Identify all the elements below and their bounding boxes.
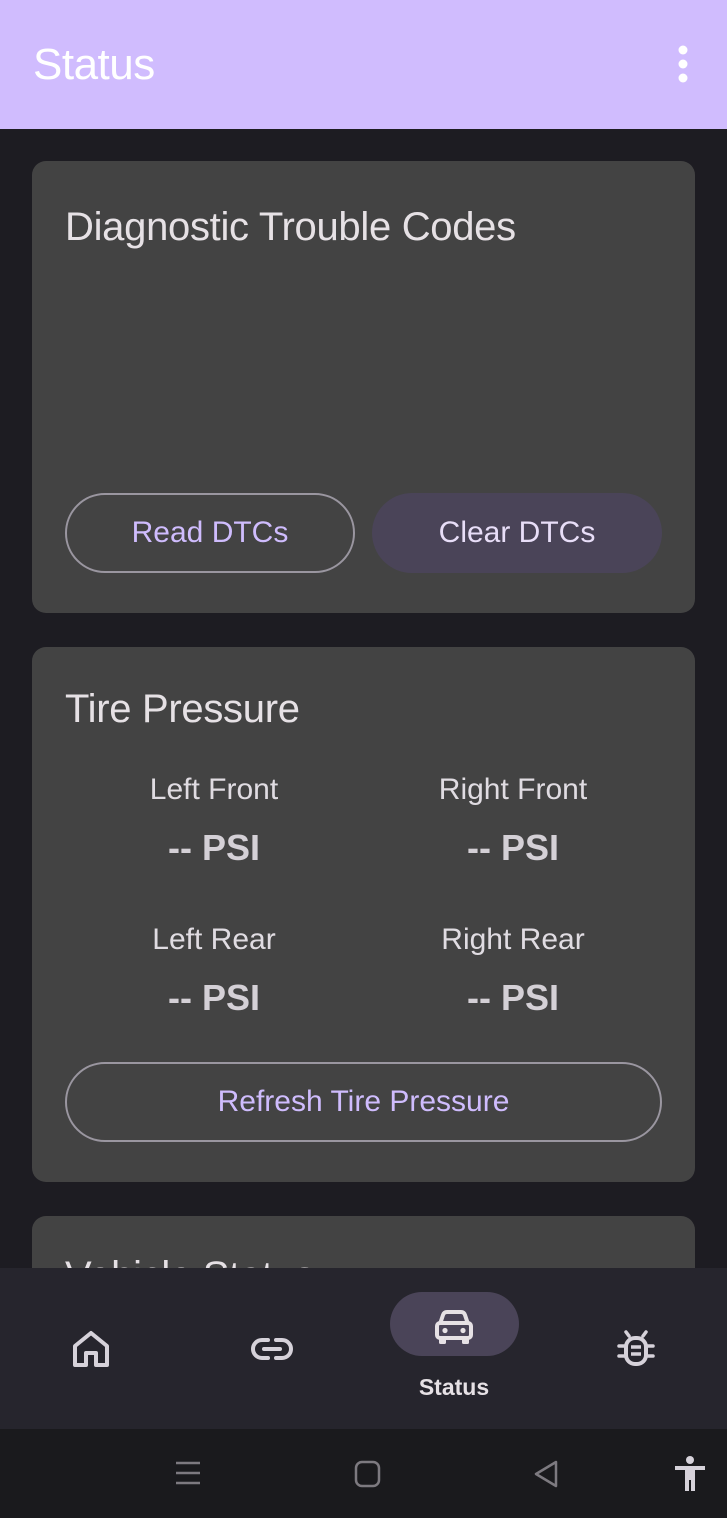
content-scroll[interactable]: Diagnostic Trouble Codes Read DTCs Clear… xyxy=(0,129,727,1268)
tire-right-front-label: Right Front xyxy=(438,773,588,806)
system-navigation-bar xyxy=(0,1429,727,1518)
home-icon xyxy=(73,1331,109,1367)
bug-icon xyxy=(617,1330,655,1366)
tire-left-rear-value: -- PSI xyxy=(167,977,260,1018)
tire-pressure-title: Tire Pressure xyxy=(65,687,300,731)
bottom-navigation: Status xyxy=(0,1268,727,1429)
refresh-tire-pressure-button[interactable]: Refresh Tire Pressure xyxy=(65,1062,662,1142)
tire-left-front-value: -- PSI xyxy=(167,827,260,868)
tire-pressure-card: Tire Pressure Left Front -- PSI Right Fr… xyxy=(32,647,695,1182)
app-bar: Status xyxy=(0,0,727,129)
tire-right-front-value: -- PSI xyxy=(466,827,559,868)
vehicle-status-card: Vehicle Status xyxy=(32,1216,695,1268)
page-title: Status xyxy=(33,40,155,89)
clear-dtcs-button[interactable]: Clear DTCs xyxy=(372,493,662,573)
nav-label-status: Status xyxy=(418,1374,490,1400)
dtc-card: Diagnostic Trouble Codes Read DTCs Clear… xyxy=(32,161,695,613)
accessibility-icon[interactable] xyxy=(672,1455,708,1493)
tire-right-rear-label: Right Rear xyxy=(441,923,585,956)
tire-right-rear-value: -- PSI xyxy=(466,977,559,1018)
vehicle-status-title: Vehicle Status xyxy=(65,1254,315,1268)
nav-item-status[interactable] xyxy=(364,1268,546,1429)
home-square-icon[interactable] xyxy=(354,1460,381,1488)
recents-icon[interactable] xyxy=(174,1459,202,1487)
back-icon[interactable] xyxy=(532,1459,560,1489)
tire-left-front-label: Left Front xyxy=(149,773,279,806)
nav-item-debug[interactable] xyxy=(546,1268,727,1429)
more-vert-icon[interactable] xyxy=(668,44,698,84)
tire-left-rear-label: Left Rear xyxy=(152,923,276,956)
screen: Status Diagnostic Trouble Codes Read DTC… xyxy=(0,0,727,1518)
nav-item-connect[interactable] xyxy=(182,1268,364,1429)
dtc-card-title: Diagnostic Trouble Codes xyxy=(65,205,516,249)
read-dtcs-button[interactable]: Read DTCs xyxy=(65,493,355,573)
car-icon xyxy=(435,1310,473,1344)
link-icon xyxy=(251,1338,293,1360)
nav-item-home[interactable] xyxy=(0,1268,182,1429)
